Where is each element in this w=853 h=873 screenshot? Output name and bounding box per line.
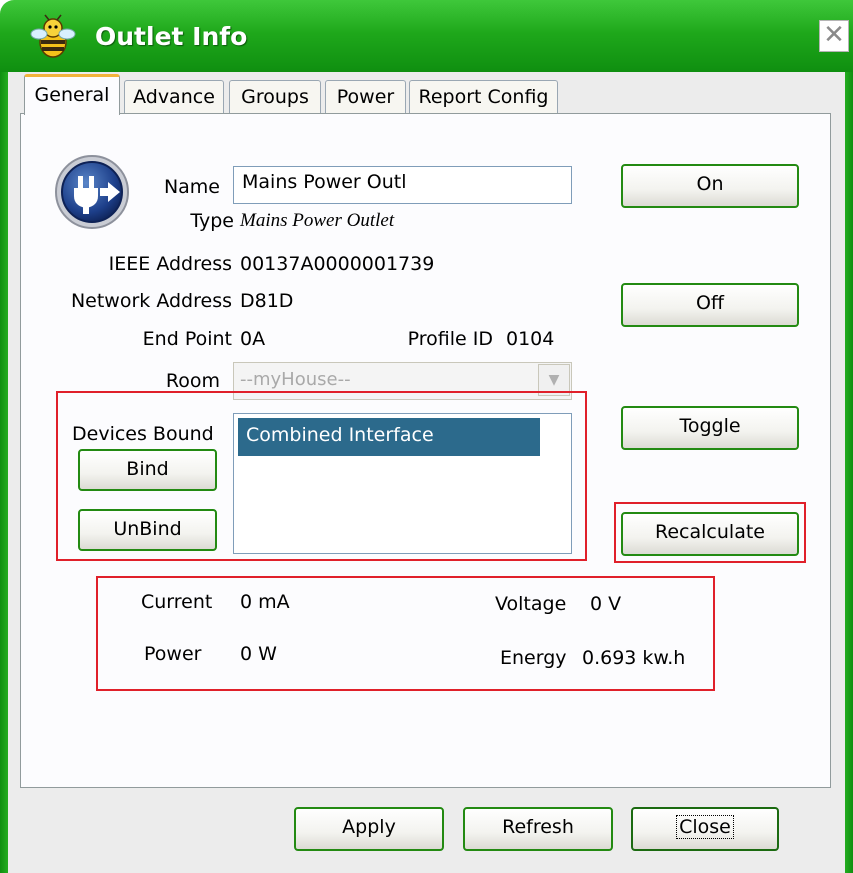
window-frame-left	[0, 72, 8, 873]
close-window-button[interactable]: ✕	[819, 20, 849, 52]
tab-groups[interactable]: Groups	[229, 80, 321, 114]
network-address-value: D81D	[240, 290, 294, 312]
room-select[interactable]: --myHouse--	[233, 362, 572, 400]
window-frame-right	[845, 72, 853, 873]
close-button[interactable]: Close	[631, 807, 779, 851]
room-label: Room	[165, 370, 220, 392]
apply-button[interactable]: Apply	[294, 807, 444, 851]
network-address-label: Network Address	[70, 290, 232, 312]
end-point-value: 0A	[240, 328, 266, 350]
power-plug-icon	[55, 155, 129, 229]
tab-general[interactable]: General	[24, 74, 120, 115]
type-label: Type	[190, 210, 234, 232]
profile-id-value: 0104	[506, 328, 555, 350]
tab-report-config[interactable]: Report Config	[409, 80, 558, 114]
type-value: Mains Power Outlet	[240, 210, 395, 231]
current-label: Current	[141, 591, 213, 613]
recalculate-button[interactable]: Recalculate	[621, 512, 799, 556]
energy-label: Energy	[500, 647, 567, 669]
tab-advance[interactable]: Advance	[124, 80, 224, 114]
tab-power[interactable]: Power	[325, 80, 406, 114]
bind-button[interactable]: Bind	[78, 449, 217, 491]
refresh-button[interactable]: Refresh	[463, 807, 613, 851]
ieee-address-value: 00137A0000001739	[240, 253, 435, 275]
name-label: Name	[163, 176, 220, 198]
unbind-button[interactable]: UnBind	[78, 509, 217, 551]
chevron-down-icon[interactable]: ▼	[538, 364, 570, 396]
profile-id-label: Profile ID	[407, 328, 493, 350]
power-label: Power	[144, 643, 202, 665]
voltage-value: 0 V	[590, 593, 622, 615]
outlet-info-window: Outlet Info ✕ General Advance Groups Pow…	[0, 0, 853, 873]
name-input[interactable]: Mains Power Outl	[233, 166, 572, 204]
list-item[interactable]: Combined Interface	[238, 418, 540, 456]
devices-bound-label: Devices Bound	[72, 423, 214, 445]
close-button-label: Close	[676, 815, 734, 839]
energy-value: 0.693 kw.h	[582, 647, 686, 669]
power-value: 0 W	[240, 643, 277, 665]
current-value: 0 mA	[240, 591, 290, 613]
bee-app-icon	[30, 14, 76, 58]
on-button[interactable]: On	[621, 164, 799, 208]
voltage-label: Voltage	[495, 593, 567, 615]
window-title: Outlet Info	[95, 22, 248, 51]
off-button[interactable]: Off	[621, 283, 799, 327]
end-point-label: End Point	[142, 328, 232, 350]
toggle-button[interactable]: Toggle	[621, 406, 799, 450]
ieee-address-label: IEEE Address	[108, 253, 232, 275]
